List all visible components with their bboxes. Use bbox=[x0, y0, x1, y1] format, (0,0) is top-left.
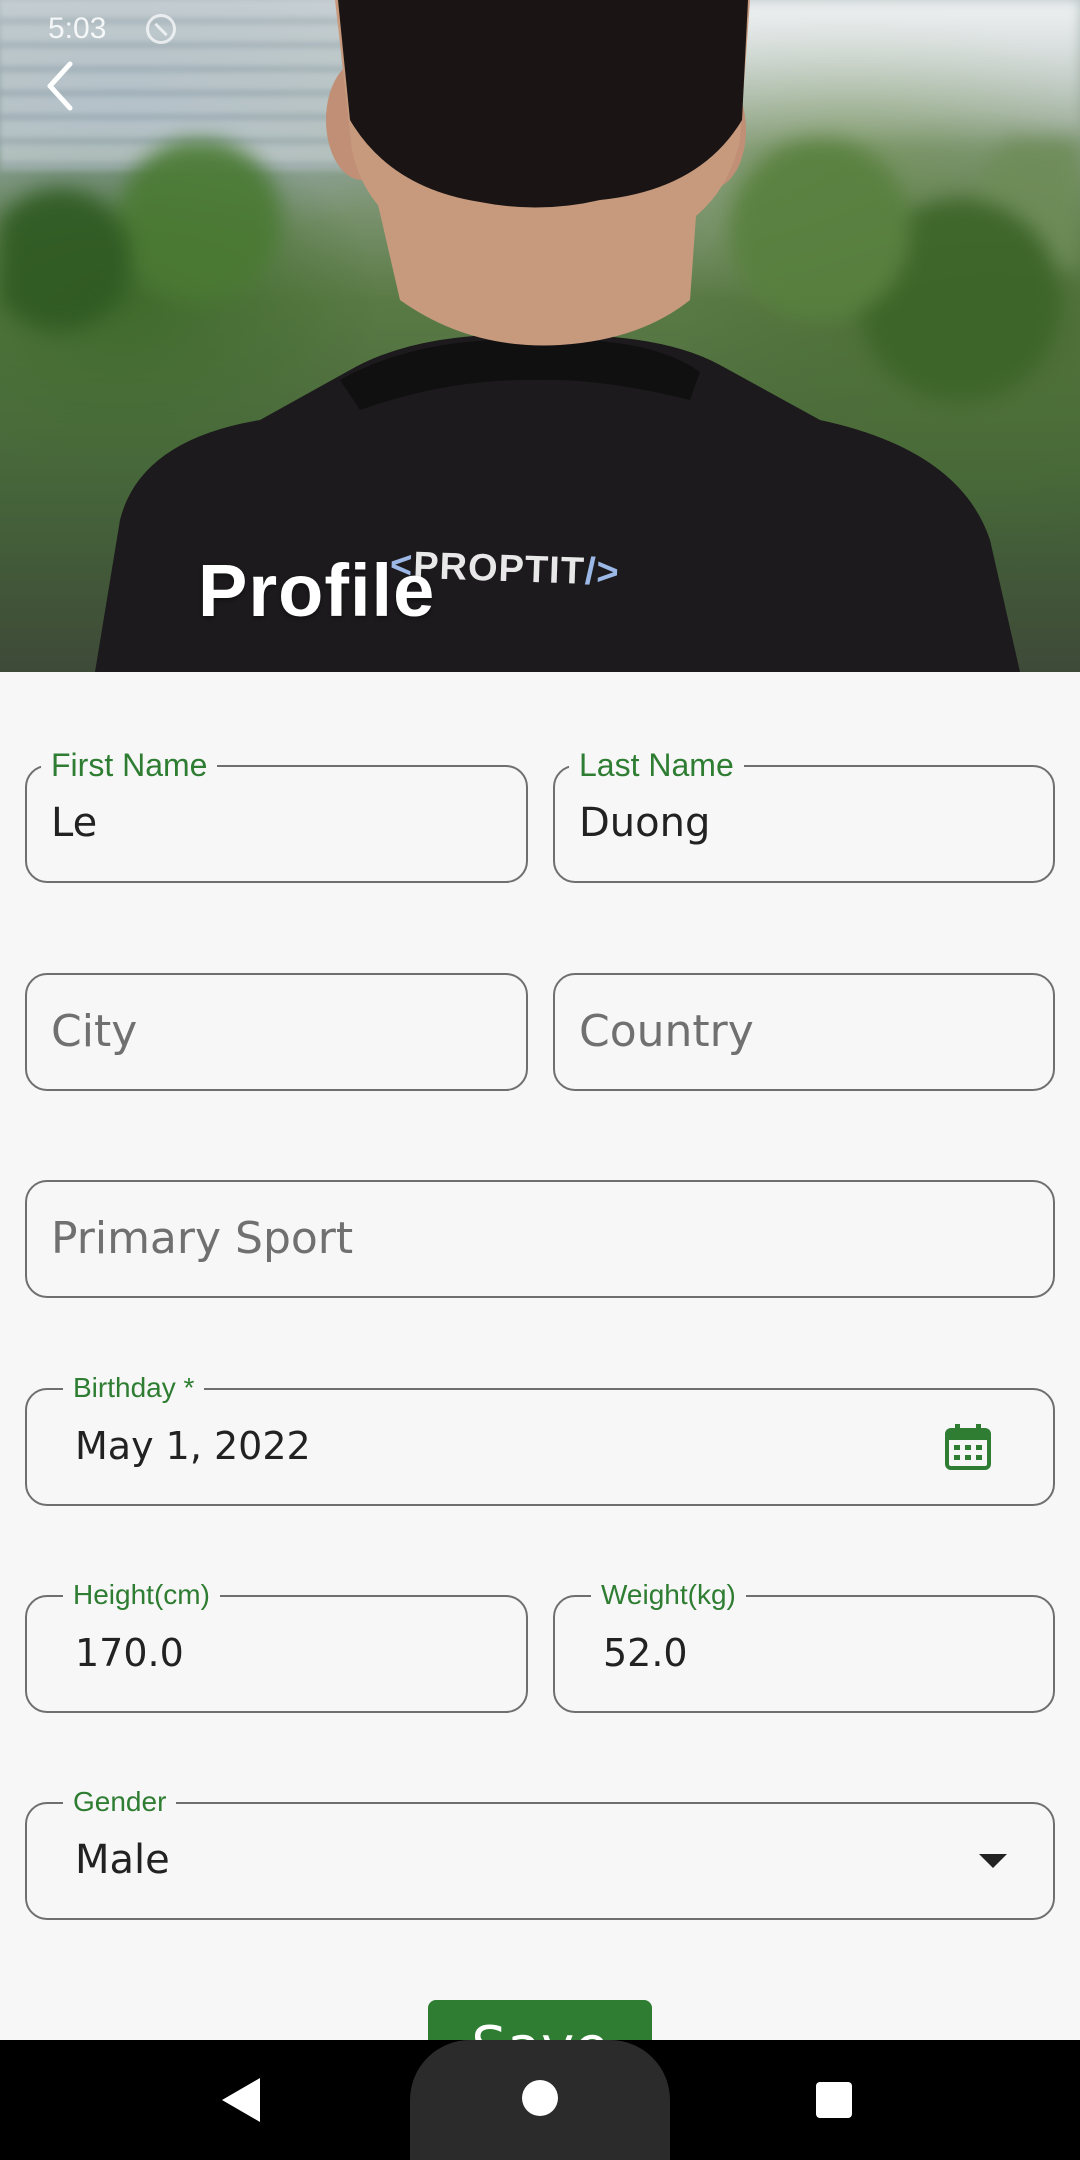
nav-home-icon[interactable] bbox=[522, 2080, 558, 2116]
nav-recents-icon[interactable] bbox=[816, 2082, 852, 2118]
city-placeholder: City bbox=[51, 1006, 138, 1057]
height-field[interactable]: Height(cm) 170.0 bbox=[25, 1575, 528, 1713]
back-button[interactable] bbox=[30, 56, 90, 116]
primary-sport-placeholder: Primary Sport bbox=[51, 1213, 354, 1264]
height-value: 170.0 bbox=[75, 1631, 184, 1675]
nav-back-icon[interactable] bbox=[222, 2078, 260, 2122]
do-not-disturb-icon bbox=[146, 14, 176, 44]
dropdown-arrow-icon bbox=[979, 1854, 1007, 1868]
last-name-value: Duong bbox=[579, 800, 711, 846]
last-name-field[interactable]: Last Name Duong bbox=[553, 745, 1055, 883]
birthday-value: May 1, 2022 bbox=[75, 1424, 311, 1468]
calendar-icon[interactable] bbox=[943, 1422, 993, 1472]
country-placeholder: Country bbox=[579, 1006, 754, 1057]
chevron-left-icon bbox=[47, 61, 73, 111]
country-field[interactable]: Country bbox=[553, 973, 1055, 1091]
system-navigation-bar bbox=[0, 2040, 1080, 2160]
primary-sport-field[interactable]: Primary Sport bbox=[25, 1180, 1055, 1298]
first-name-value: Le bbox=[51, 800, 98, 846]
weight-value: 52.0 bbox=[603, 1631, 688, 1675]
gender-value: Male bbox=[75, 1837, 170, 1883]
weight-field[interactable]: Weight(kg) 52.0 bbox=[553, 1575, 1055, 1713]
city-field[interactable]: City bbox=[25, 973, 528, 1091]
gender-select[interactable]: Gender Male bbox=[25, 1782, 1055, 1920]
first-name-field[interactable]: First Name Le bbox=[25, 745, 528, 883]
birthday-field[interactable]: Birthday * May 1, 2022 bbox=[25, 1368, 1055, 1506]
status-time: 5:03 bbox=[48, 12, 107, 45]
page-title: Profile bbox=[198, 549, 436, 632]
